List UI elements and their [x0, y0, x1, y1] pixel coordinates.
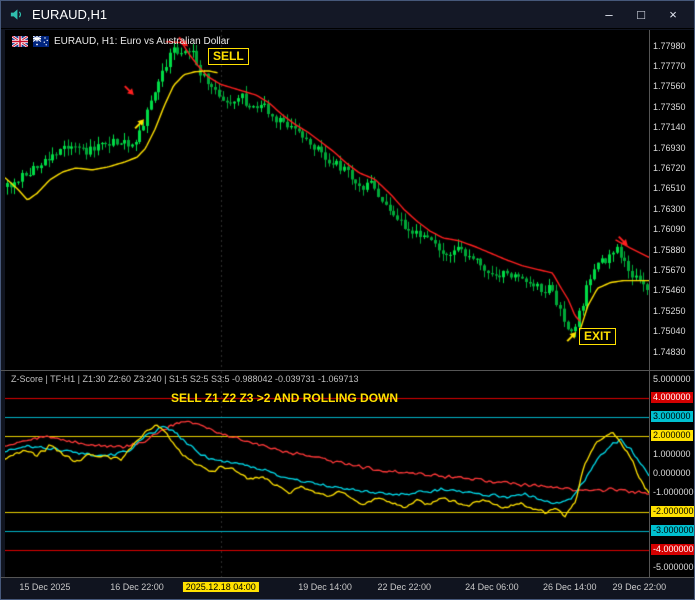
- time-axis-label: 19 Dec 14:00: [298, 582, 352, 592]
- aud-flag-icon: [33, 36, 49, 47]
- chart-window: EURAUD,H1 – □ × EURAUD, H1: Euro vs Aust…: [0, 0, 695, 600]
- time-axis[interactable]: 15 Dec 2025 16 Dec 22:00 2025.12.18 04:00 1…: [1, 578, 694, 599]
- price-axis[interactable]: 1.77980 1.77770 1.77560 1.77350 1.77140 1.769…: [650, 30, 694, 370]
- eur-flag-icon: [12, 36, 28, 47]
- window-titlebar[interactable]: EURAUD,H1 – □ ×: [1, 1, 694, 29]
- price-axis-label: 1.76090: [653, 224, 686, 235]
- indicator-header: Z-Score | TF:H1 | Z1:30 Z2:60 Z3:240 | S…: [11, 374, 359, 384]
- price-axis-label: 1.77560: [653, 81, 686, 92]
- time-axis-label: 16 Dec 22:00: [110, 582, 164, 592]
- price-axis-label: 1.77980: [653, 40, 686, 51]
- time-axis-label: 15 Dec 2025: [19, 582, 71, 592]
- price-axis-label: 1.77770: [653, 60, 686, 71]
- indicator-axis-label: 3.000000: [651, 411, 693, 423]
- indicator-axis-label: 1.000000: [653, 449, 691, 460]
- indicator-axis-label: 4.000000: [651, 392, 693, 404]
- indicator-axis-label: 2.000000: [651, 430, 693, 442]
- price-chart-canvas: [5, 30, 649, 370]
- indicator-axis-label: -1.000000: [653, 486, 694, 497]
- indicator-axis-label: 0.000000: [653, 468, 691, 478]
- price-axis-label: 1.75880: [653, 244, 686, 255]
- price-axis-label: 1.75670: [653, 264, 686, 275]
- indicator-axis-label: -4.000000: [651, 543, 694, 555]
- minimize-button[interactable]: –: [594, 4, 624, 26]
- window-title: EURAUD,H1: [32, 7, 108, 22]
- indicator-axis-label: -5.000000: [653, 562, 694, 573]
- zscore-indicator-panel[interactable]: Z-Score | TF:H1 | Z1:30 Z2:60 Z3:240 | S…: [5, 371, 649, 577]
- price-axis-label: 1.74830: [653, 346, 686, 357]
- price-axis-label: 1.75460: [653, 285, 686, 296]
- indicator-note: SELL Z1 Z2 Z3 >2 AND ROLLING DOWN: [171, 391, 399, 405]
- price-axis-label: 1.75040: [653, 326, 686, 337]
- symbol-description: EURAUD, H1: Euro vs Australian Dollar: [54, 36, 230, 47]
- price-axis-label: 1.76300: [653, 203, 686, 214]
- price-chart-panel[interactable]: EURAUD, H1: Euro vs Australian Dollar SE…: [5, 30, 649, 370]
- panel-separator: [1, 370, 694, 371]
- price-axis-label: 1.77350: [653, 101, 686, 112]
- price-axis-label: 1.76510: [653, 183, 686, 194]
- indicator-axis[interactable]: 5.000000 4.000000 3.000000 2.000000 1.000000…: [650, 371, 694, 577]
- sell-annotation: SELL: [208, 48, 249, 65]
- maximize-button[interactable]: □: [626, 4, 656, 26]
- price-axis-label: 1.76720: [653, 162, 686, 173]
- time-axis-label: 29 Dec 22:00: [612, 582, 667, 592]
- time-axis-label: 22 Dec 22:00: [377, 582, 432, 592]
- time-axis-label: 24 Dec 06:00: [465, 582, 519, 592]
- time-axis-label: 26 Dec 14:00: [543, 582, 597, 592]
- symbol-info: EURAUD, H1: Euro vs Australian Dollar: [12, 36, 230, 47]
- time-axis-label: 2025.12.18 04:00: [182, 582, 259, 592]
- exit-annotation: EXIT: [579, 328, 616, 345]
- indicator-axis-label: -3.000000: [651, 524, 694, 536]
- price-axis-label: 1.75250: [653, 305, 686, 316]
- indicator-axis-label: -2.000000: [651, 505, 694, 517]
- close-button[interactable]: ×: [658, 4, 688, 26]
- price-axis-label: 1.76930: [653, 142, 686, 153]
- indicator-axis-label: 5.000000: [653, 373, 691, 384]
- alert-speaker-icon: [9, 7, 24, 22]
- price-axis-label: 1.77140: [653, 122, 686, 133]
- window-controls: – □ ×: [594, 4, 688, 26]
